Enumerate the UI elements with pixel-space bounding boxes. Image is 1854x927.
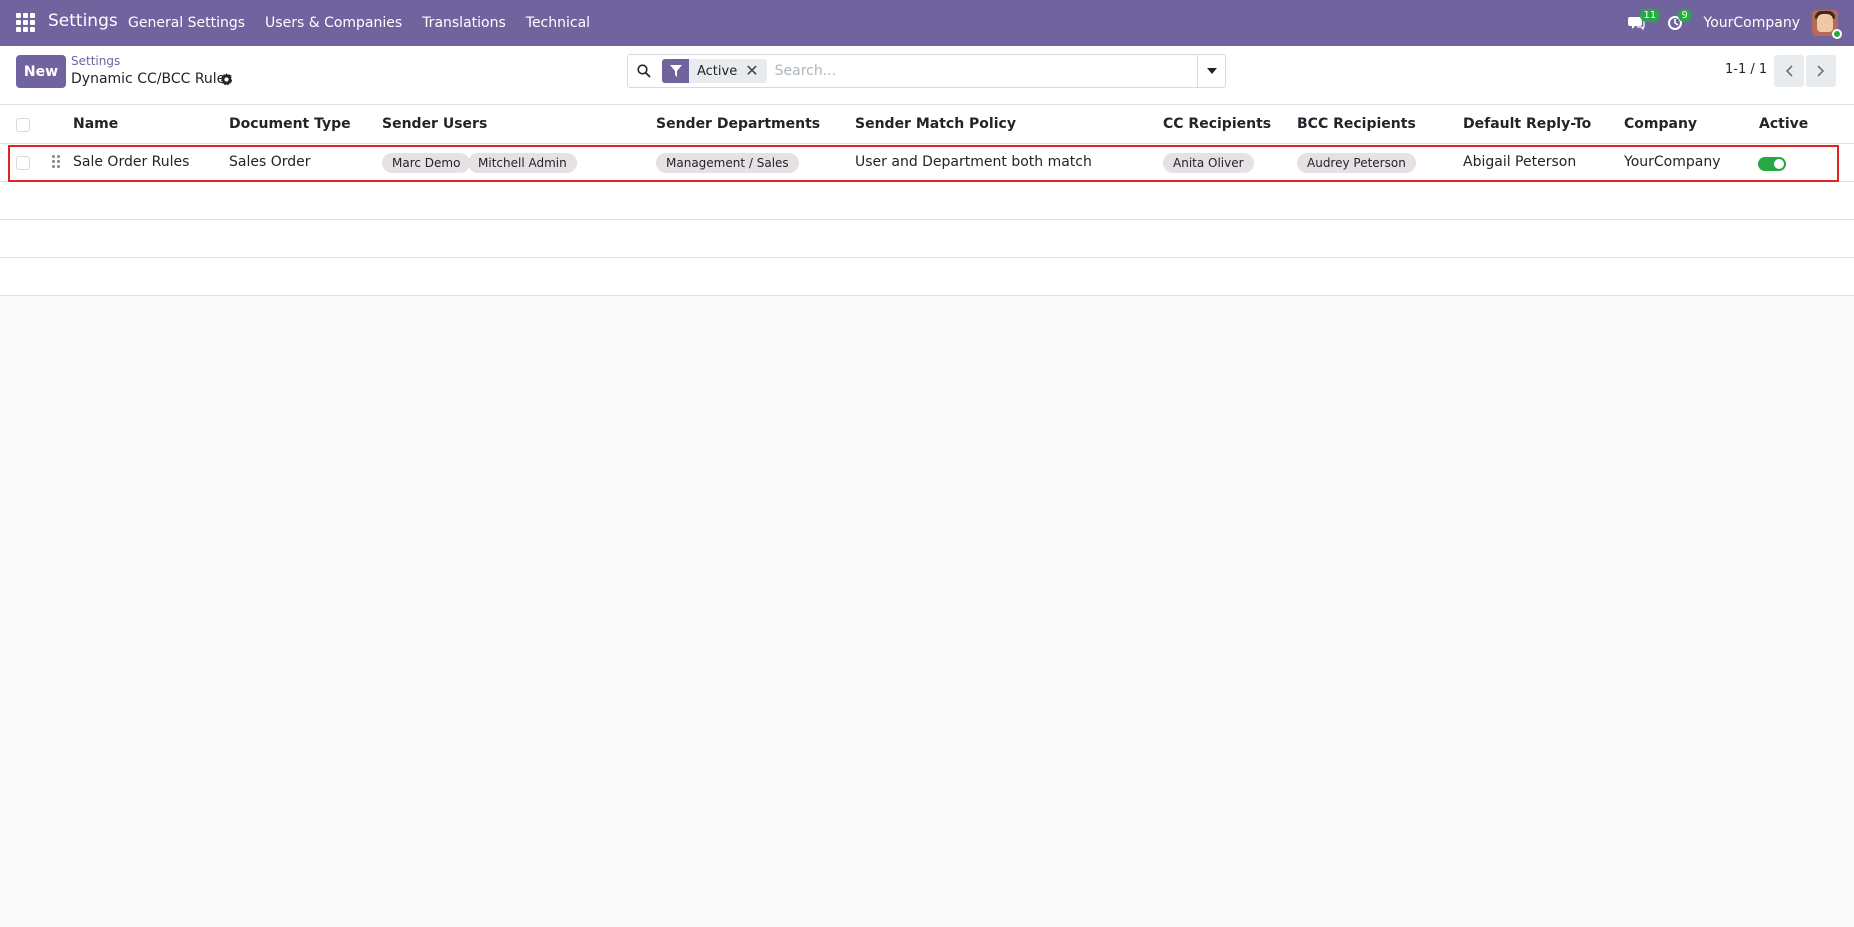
page-title: Dynamic CC/BCC Rules bbox=[71, 71, 233, 87]
column-cc-recipients[interactable]: CC Recipients bbox=[1163, 116, 1271, 132]
tag-bcc-recipient[interactable]: Audrey Peterson bbox=[1297, 153, 1416, 173]
column-sender-users[interactable]: Sender Users bbox=[382, 116, 487, 132]
user-avatar[interactable] bbox=[1812, 10, 1842, 39]
tag-sender-department[interactable]: Management / Sales bbox=[656, 153, 799, 173]
tag-sender-user[interactable]: Mitchell Admin bbox=[468, 153, 577, 173]
column-document-type[interactable]: Document Type bbox=[229, 116, 351, 132]
column-company[interactable]: Company bbox=[1624, 116, 1697, 132]
column-sender-match-policy[interactable]: Sender Match Policy bbox=[855, 116, 1016, 132]
filter-facet: Active ✕ bbox=[662, 59, 767, 83]
pager-next-button[interactable] bbox=[1806, 55, 1836, 87]
column-name[interactable]: Name bbox=[73, 116, 118, 132]
gear-icon[interactable] bbox=[220, 73, 233, 90]
search-options-toggle[interactable] bbox=[1197, 55, 1225, 87]
row-checkbox[interactable] bbox=[16, 156, 30, 170]
company-switcher[interactable]: YourCompany bbox=[1704, 15, 1801, 31]
empty-row bbox=[0, 182, 1854, 220]
top-navbar: Settings General Settings Users & Compan… bbox=[0, 0, 1854, 46]
list-view: Name Document Type Sender Users Sender D… bbox=[0, 104, 1854, 296]
search-input[interactable] bbox=[766, 56, 1197, 86]
drag-handle-icon[interactable] bbox=[52, 155, 62, 169]
pager-value[interactable]: 1-1 / 1 bbox=[1725, 62, 1767, 77]
search-icon[interactable] bbox=[628, 55, 660, 87]
menu-translations[interactable]: Translations bbox=[412, 0, 516, 46]
control-panel: New Settings Dynamic CC/BCC Rules Active… bbox=[0, 46, 1854, 104]
column-active[interactable]: Active bbox=[1759, 116, 1808, 132]
main-menu: General Settings Users & Companies Trans… bbox=[118, 0, 600, 46]
tag-cc-recipient[interactable]: Anita Oliver bbox=[1163, 153, 1254, 173]
new-button[interactable]: New bbox=[16, 55, 66, 88]
cell-document-type[interactable]: Sales Order bbox=[229, 154, 311, 170]
column-bcc-recipients[interactable]: BCC Recipients bbox=[1297, 116, 1416, 132]
select-all-checkbox[interactable] bbox=[16, 118, 30, 132]
cell-name[interactable]: Sale Order Rules bbox=[73, 154, 189, 170]
empty-row bbox=[0, 258, 1854, 296]
chevron-right-icon bbox=[1817, 65, 1825, 77]
menu-users-companies[interactable]: Users & Companies bbox=[255, 0, 412, 46]
table-row[interactable]: Sale Order Rules Sales Order Marc Demo M… bbox=[0, 144, 1854, 182]
systray: 11 9 YourCompany bbox=[1618, 0, 1854, 46]
facet-label: Active bbox=[697, 63, 738, 79]
online-status-icon bbox=[1832, 29, 1842, 39]
column-default-reply-to[interactable]: Default Reply-To bbox=[1463, 116, 1591, 132]
activities-button[interactable]: 9 bbox=[1656, 0, 1694, 46]
cell-company[interactable]: YourCompany bbox=[1624, 154, 1721, 170]
apps-menu-icon[interactable] bbox=[16, 13, 36, 33]
breadcrumb-settings[interactable]: Settings bbox=[71, 54, 120, 68]
filter-icon bbox=[662, 59, 689, 83]
menu-general-settings[interactable]: General Settings bbox=[118, 0, 255, 46]
menu-technical[interactable]: Technical bbox=[516, 0, 600, 46]
table-header: Name Document Type Sender Users Sender D… bbox=[0, 104, 1854, 144]
activities-badge: 9 bbox=[1677, 9, 1692, 22]
app-name[interactable]: Settings bbox=[48, 11, 118, 31]
chevron-left-icon bbox=[1785, 65, 1793, 77]
messages-button[interactable]: 11 bbox=[1618, 0, 1661, 46]
active-toggle[interactable] bbox=[1758, 157, 1786, 171]
remove-facet-icon[interactable]: ✕ bbox=[745, 59, 766, 83]
cell-sender-match-policy[interactable]: User and Department both match bbox=[855, 154, 1092, 170]
tag-sender-user[interactable]: Marc Demo bbox=[382, 153, 471, 173]
cell-default-reply-to[interactable]: Abigail Peterson bbox=[1463, 154, 1576, 170]
column-sender-departments[interactable]: Sender Departments bbox=[656, 116, 820, 132]
caret-down-icon bbox=[1206, 68, 1217, 74]
search-bar: Active ✕ bbox=[627, 54, 1226, 88]
empty-row bbox=[0, 220, 1854, 258]
pager-previous-button[interactable] bbox=[1774, 55, 1804, 87]
